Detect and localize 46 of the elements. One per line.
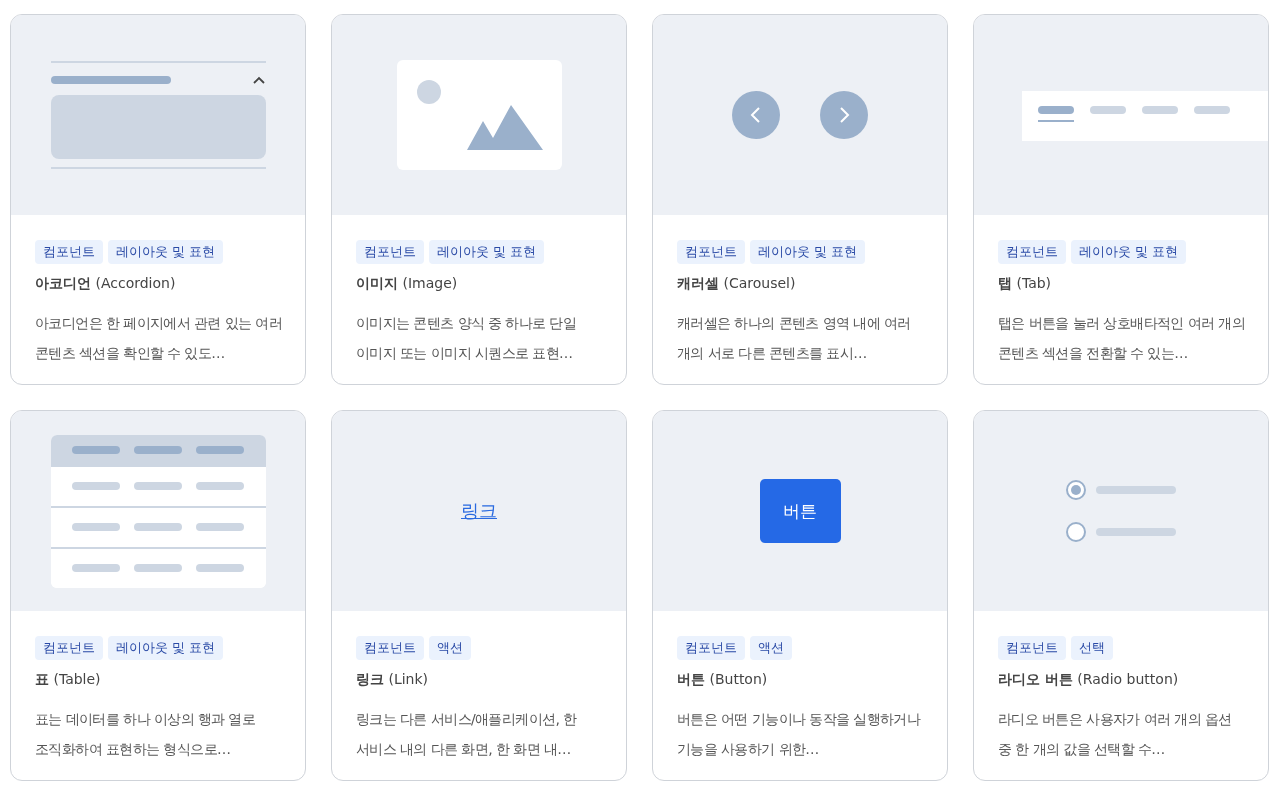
card-title: 표 (Table) [35,670,102,689]
card-title: 이미지 (Image) [356,274,459,293]
card-description: 버튼은 어떤 기능이나 동작을 실행하거나 기능을 사용하기 위한… [677,710,922,759]
card-title: 아코디언 (Accordion) [35,274,177,293]
component-card[interactable]: 컴포넌트 레이아웃 및 표현 표 (Table) 표는 데이터를 하나 이상의 행과 열로 조직화하여 표현하는 형식으로… [10,410,306,781]
category-tag: 컴포넌트 [998,240,1066,264]
category-tag: 레이아웃 및 표현 [429,240,545,264]
category-tag: 레이아웃 및 표현 [108,636,224,660]
category-tag: 컴포넌트 [35,240,103,264]
previous-button[interactable] [732,91,780,139]
link[interactable]: 링크 [461,499,497,523]
card-title: 버튼 (Button) [677,670,769,689]
category-tag: 컴포넌트 [998,636,1066,660]
card-description: 캐러셀은 하나의 콘텐츠 영역 내에 여러 개의 서로 다른 콘텐츠를 표시… [677,314,912,363]
category-tag: 레이아웃 및 표현 [750,240,866,264]
radio-button[interactable] [1066,522,1086,542]
card-description: 라디오 버튼은 사용자가 여러 개의 옵션 중 한 개의 값을 선택할 수… [998,710,1233,759]
category-tag: 선택 [1071,636,1113,660]
category-tag: 컴포넌트 [35,636,103,660]
component-card[interactable]: 컴포넌트 레이아웃 및 표현 캐러셀 (Carousel) 캐러셀은 하나의 콘텐츠 영역 내에 여러 개의 서로 다른 콘텐츠를 표시… [652,14,948,385]
category-tag: 컴포넌트 [356,636,424,660]
card-title: 링크 (Link) [356,670,430,689]
card-description: 아코디언은 한 페이지에서 관련 있는 여러 콘텐츠 섹션을 확인할 수 있도… [35,314,283,363]
card-description: 이미지는 콘텐츠 양식 중 하나로 단일 이미지 또는 이미지 시퀀스로 표현… [356,314,578,363]
radio-button[interactable] [1066,480,1086,500]
component-card[interactable]: 컴포넌트 레이아웃 및 표현 이미지 (Image) 이미지는 콘텐츠 양식 중 하나로 단일 이미지 또는 이미지 시퀀스로 표현… [331,14,627,385]
category-tag: 컴포넌트 [677,636,745,660]
card-description: 탭은 버튼을 눌러 상호배타적인 여러 개의 콘텐츠 섹션을 전환할 수 있는… [998,314,1246,363]
category-tag: 레이아웃 및 표현 [108,240,224,264]
category-tag: 액션 [429,636,471,660]
component-card[interactable]: 링크 컴포넌트 액션 링크 (Link) 링크는 다른 서비스/애플리케이션, 한 서비스 내의 다른 화면, 한 화면 내… [331,410,627,781]
card-title: 라디오 버튼 (Radio button) [998,670,1180,689]
card-description: 표는 데이터를 하나 이상의 행과 열로 조직화하여 표현하는 형식으로… [35,710,257,759]
next-button[interactable] [820,91,868,139]
card-title: 탭 (Tab) [998,274,1053,293]
sample-button[interactable]: 버튼 [759,479,841,543]
component-card[interactable]: 컴포넌트 선택 라디오 버튼 (Radio button) 라디오 버튼은 사용자가 여러 개의 옵션 중 한 개의 값을 선택할 수… [973,410,1269,781]
category-tag: 컴포넌트 [677,240,745,264]
component-card[interactable]: 컴포넌트 레이아웃 및 표현 탭 (Tab) 탭은 버튼을 눌러 상호배타적인 여러 개의 콘텐츠 섹션을 전환할 수 있는… [973,14,1269,385]
category-tag: 액션 [750,636,792,660]
component-card[interactable]: 버튼 컴포넌트 액션 버튼 (Button) 버튼은 어떤 기능이나 동작을 실행하거나 기능을 사용하기 위한… [652,410,948,781]
category-tag: 컴포넌트 [356,240,424,264]
component-card[interactable]: 컴포넌트 레이아웃 및 표현 아코디언 (Accordion) 아코디언은 한 페이지에서 관련 있는 여러 콘텐츠 섹션을 확인할 수 있도… [10,14,306,385]
card-title: 캐러셀 (Carousel) [677,274,797,293]
category-tag: 레이아웃 및 표현 [1071,240,1187,264]
card-description: 링크는 다른 서비스/애플리케이션, 한 서비스 내의 다른 화면, 한 화면 내… [356,710,578,759]
